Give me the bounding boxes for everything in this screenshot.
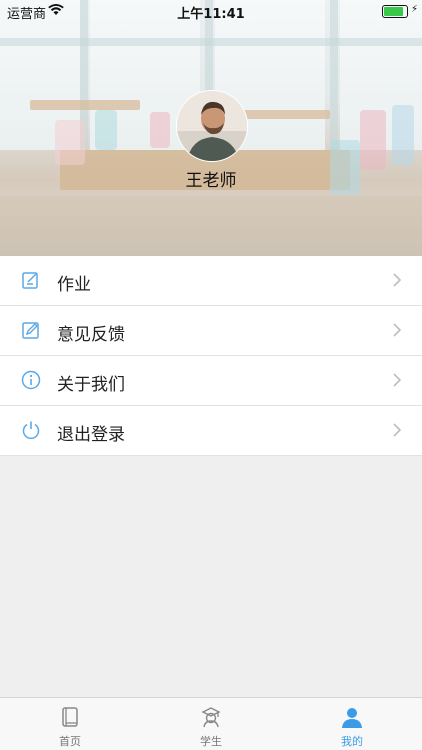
tab-label: 学生 <box>200 735 222 748</box>
feedback-pencil-icon <box>22 322 39 339</box>
menu-item-label: 意见反馈 <box>57 325 125 345</box>
teacher-name: 王老师 <box>185 171 237 191</box>
menu-item-homework[interactable]: 作业 <box>0 256 422 306</box>
chevron-right-icon <box>393 323 402 337</box>
menu-item-label: 退出登录 <box>57 425 125 445</box>
menu-list: 作业 意见反馈 关于我们 退出登录 <box>0 256 422 456</box>
menu-item-about-us[interactable]: 关于我们 <box>0 356 422 406</box>
avatar[interactable] <box>176 90 248 162</box>
menu-item-feedback[interactable]: 意见反馈 <box>0 306 422 356</box>
tab-home[interactable]: 首页 <box>0 698 140 750</box>
book-icon <box>62 707 78 727</box>
avatar-photo <box>177 91 247 161</box>
menu-item-label: 关于我们 <box>57 375 125 395</box>
battery-icon <box>382 5 408 18</box>
profile-header: 运营商 上午11:41 ⚡ 王老师 <box>0 0 422 256</box>
power-icon <box>22 421 40 440</box>
student-icon <box>201 707 221 728</box>
menu-item-logout[interactable]: 退出登录 <box>0 406 422 456</box>
chevron-right-icon <box>393 423 402 437</box>
edit-square-icon <box>22 272 38 289</box>
tab-mine[interactable]: 我的 <box>282 698 422 750</box>
clock: 上午11:41 <box>177 7 245 22</box>
tab-label: 首页 <box>59 735 81 748</box>
chevron-right-icon <box>393 273 402 287</box>
tab-label: 我的 <box>341 735 363 748</box>
tab-students[interactable]: 学生 <box>141 698 281 750</box>
tab-bar: 首页 学生 我的 <box>0 697 422 750</box>
chevron-right-icon <box>393 373 402 387</box>
charging-icon: ⚡ <box>410 4 418 15</box>
status-bar: 运营商 上午11:41 ⚡ <box>0 0 422 22</box>
menu-item-label: 作业 <box>57 275 91 295</box>
person-icon <box>342 708 362 728</box>
info-icon <box>21 370 41 390</box>
